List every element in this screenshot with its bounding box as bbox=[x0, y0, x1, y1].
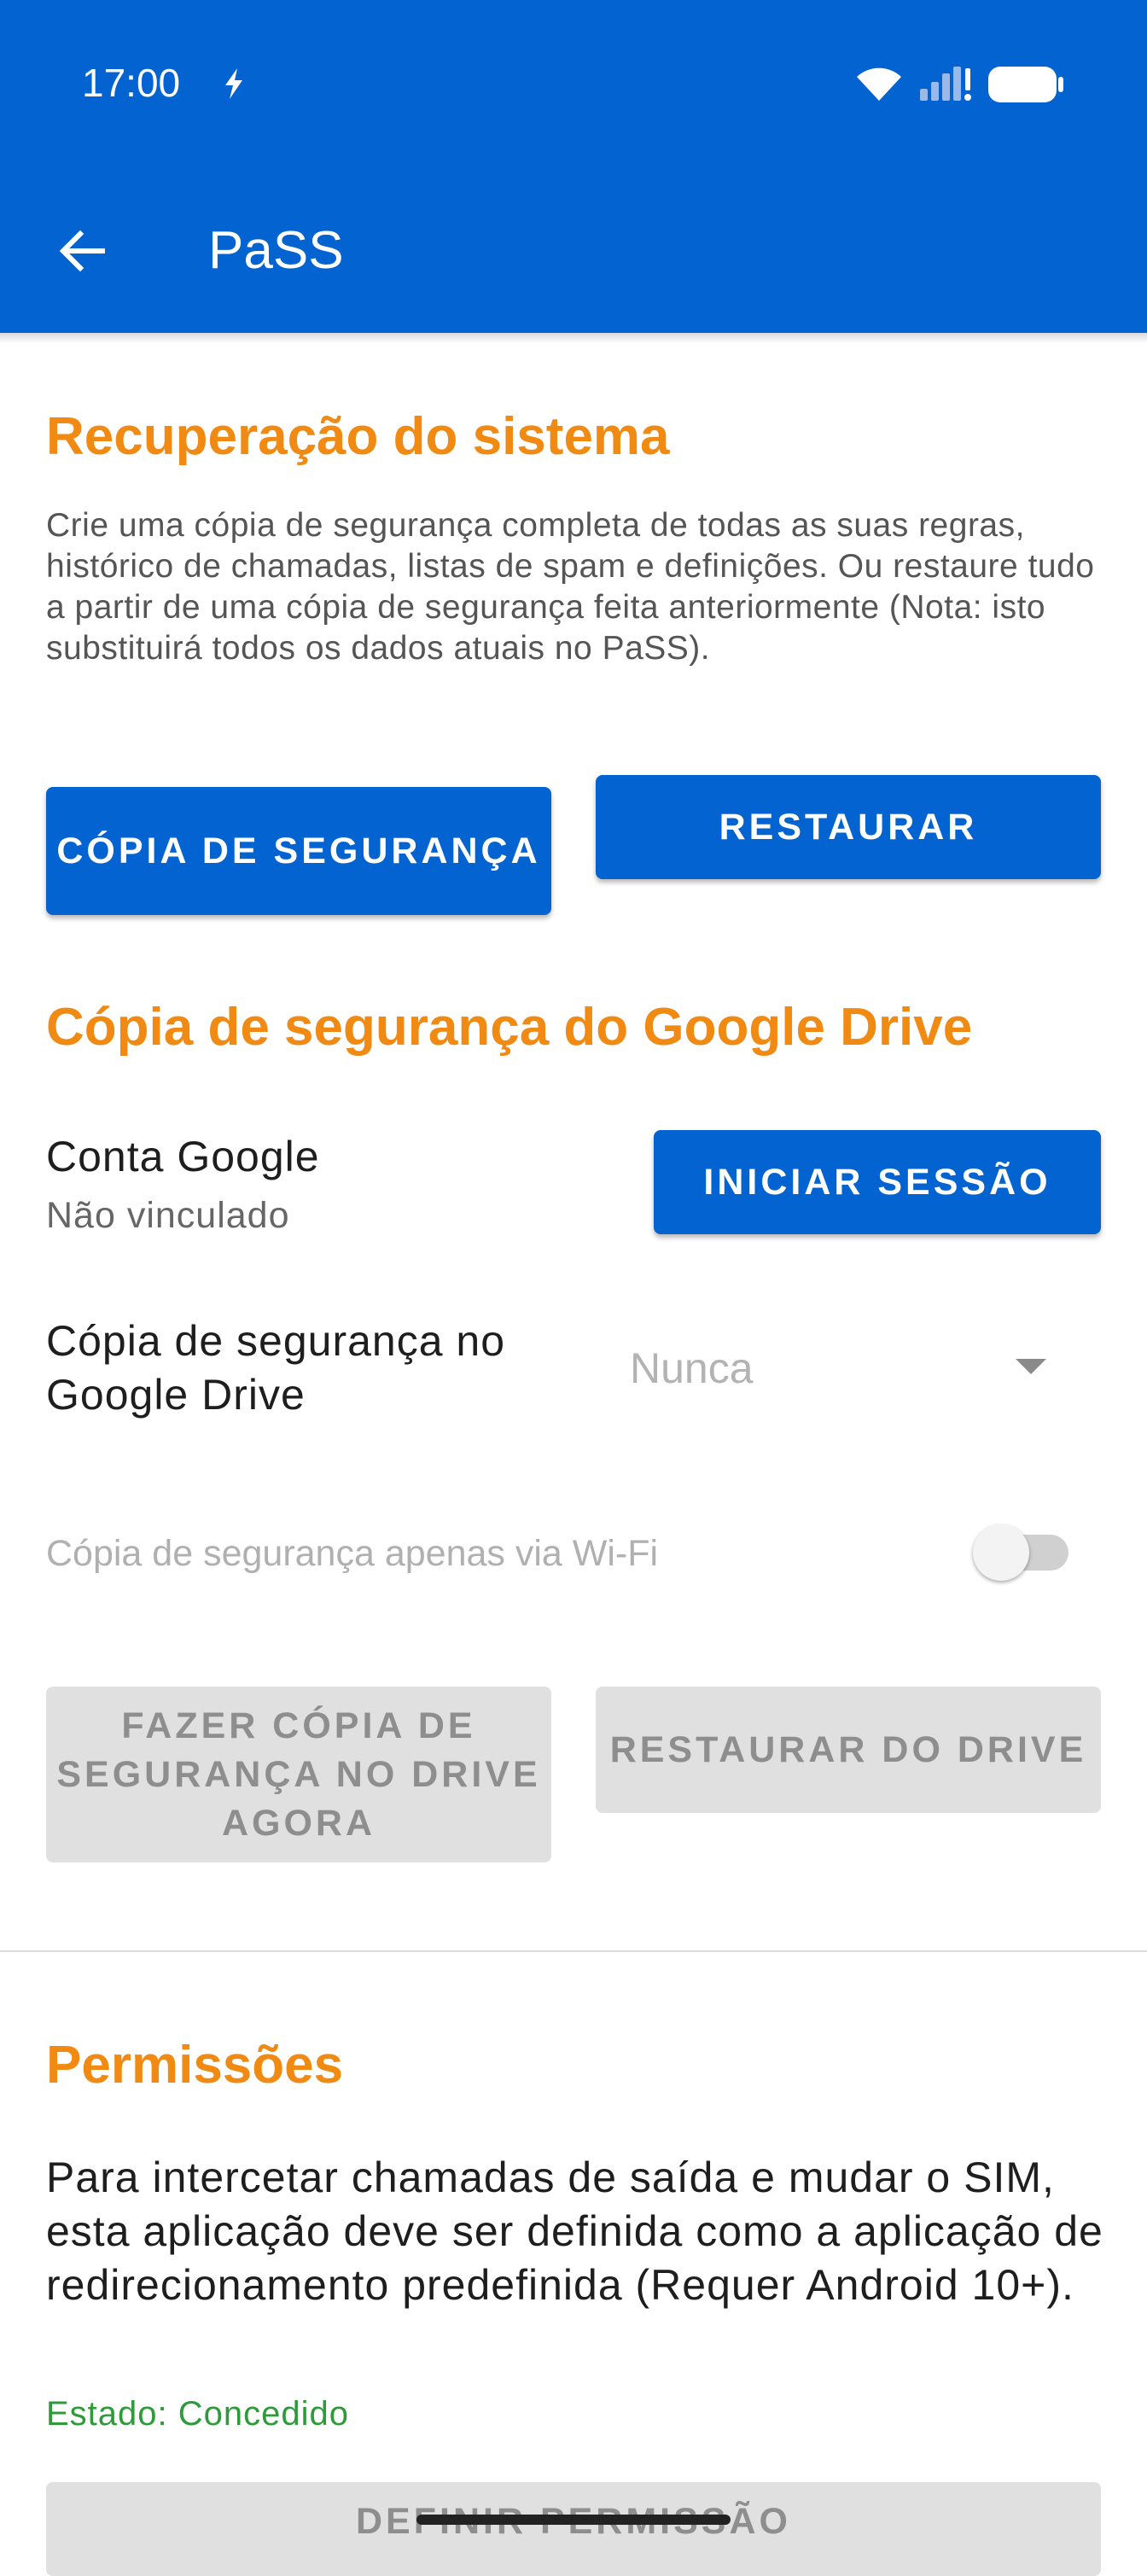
system-recovery-description: Crie uma cópia de segurança completa de … bbox=[46, 507, 1095, 667]
drive-backup-frequency-label: Cópia de segurança no Google Drive bbox=[46, 1317, 506, 1419]
backup-drive-now-button[interactable]: FAZER CÓPIA DE SEGURANÇA NO DRIVE AGORA bbox=[46, 1687, 551, 1862]
bolt-icon bbox=[225, 68, 242, 99]
sign-in-button[interactable]: INICIAR SESSÃO bbox=[654, 1130, 1101, 1234]
backup-button[interactable]: CÓPIA DE SEGURANÇA bbox=[46, 787, 551, 915]
wifi-only-label: Cópia de segurança apenas via Wi-Fi bbox=[46, 1533, 659, 1574]
chevron-down-icon bbox=[1016, 1359, 1046, 1374]
app-bar-shadow bbox=[0, 333, 1147, 343]
permissions-description: Para intercetar chamadas de saída e muda… bbox=[46, 2153, 1103, 2309]
battery-icon bbox=[988, 67, 1063, 102]
section-title-permissions: Permissões bbox=[46, 2036, 344, 2095]
section-title-system-recovery: Recuperação do sistema bbox=[46, 407, 670, 466]
backup-frequency-value: Nunca bbox=[630, 1344, 754, 1392]
app-title: PaSS bbox=[208, 221, 344, 280]
section-title-google-drive: Cópia de segurança do Google Drive bbox=[46, 998, 973, 1057]
restore-button[interactable]: RESTAURAR bbox=[596, 775, 1101, 879]
back-arrow-icon[interactable] bbox=[56, 225, 108, 277]
wifi-icon bbox=[857, 67, 901, 101]
app-bar: 17:00 PaSS bbox=[0, 0, 1147, 333]
cell-signal-icon bbox=[920, 67, 971, 101]
google-account-label: Conta Google bbox=[46, 1133, 320, 1180]
set-permission-button[interactable]: DEFINIR PERMISSÃO bbox=[46, 2482, 1101, 2576]
google-account-status: Não vinculado bbox=[46, 1195, 290, 1236]
permission-status: Estado: Concedido bbox=[46, 2395, 350, 2433]
toggle-thumb bbox=[973, 1524, 1029, 1581]
status-time: 17:00 bbox=[82, 61, 181, 105]
section-divider bbox=[0, 1950, 1147, 1952]
restore-from-drive-button[interactable]: RESTAURAR DO DRIVE bbox=[596, 1687, 1101, 1813]
home-indicator bbox=[416, 2515, 731, 2525]
